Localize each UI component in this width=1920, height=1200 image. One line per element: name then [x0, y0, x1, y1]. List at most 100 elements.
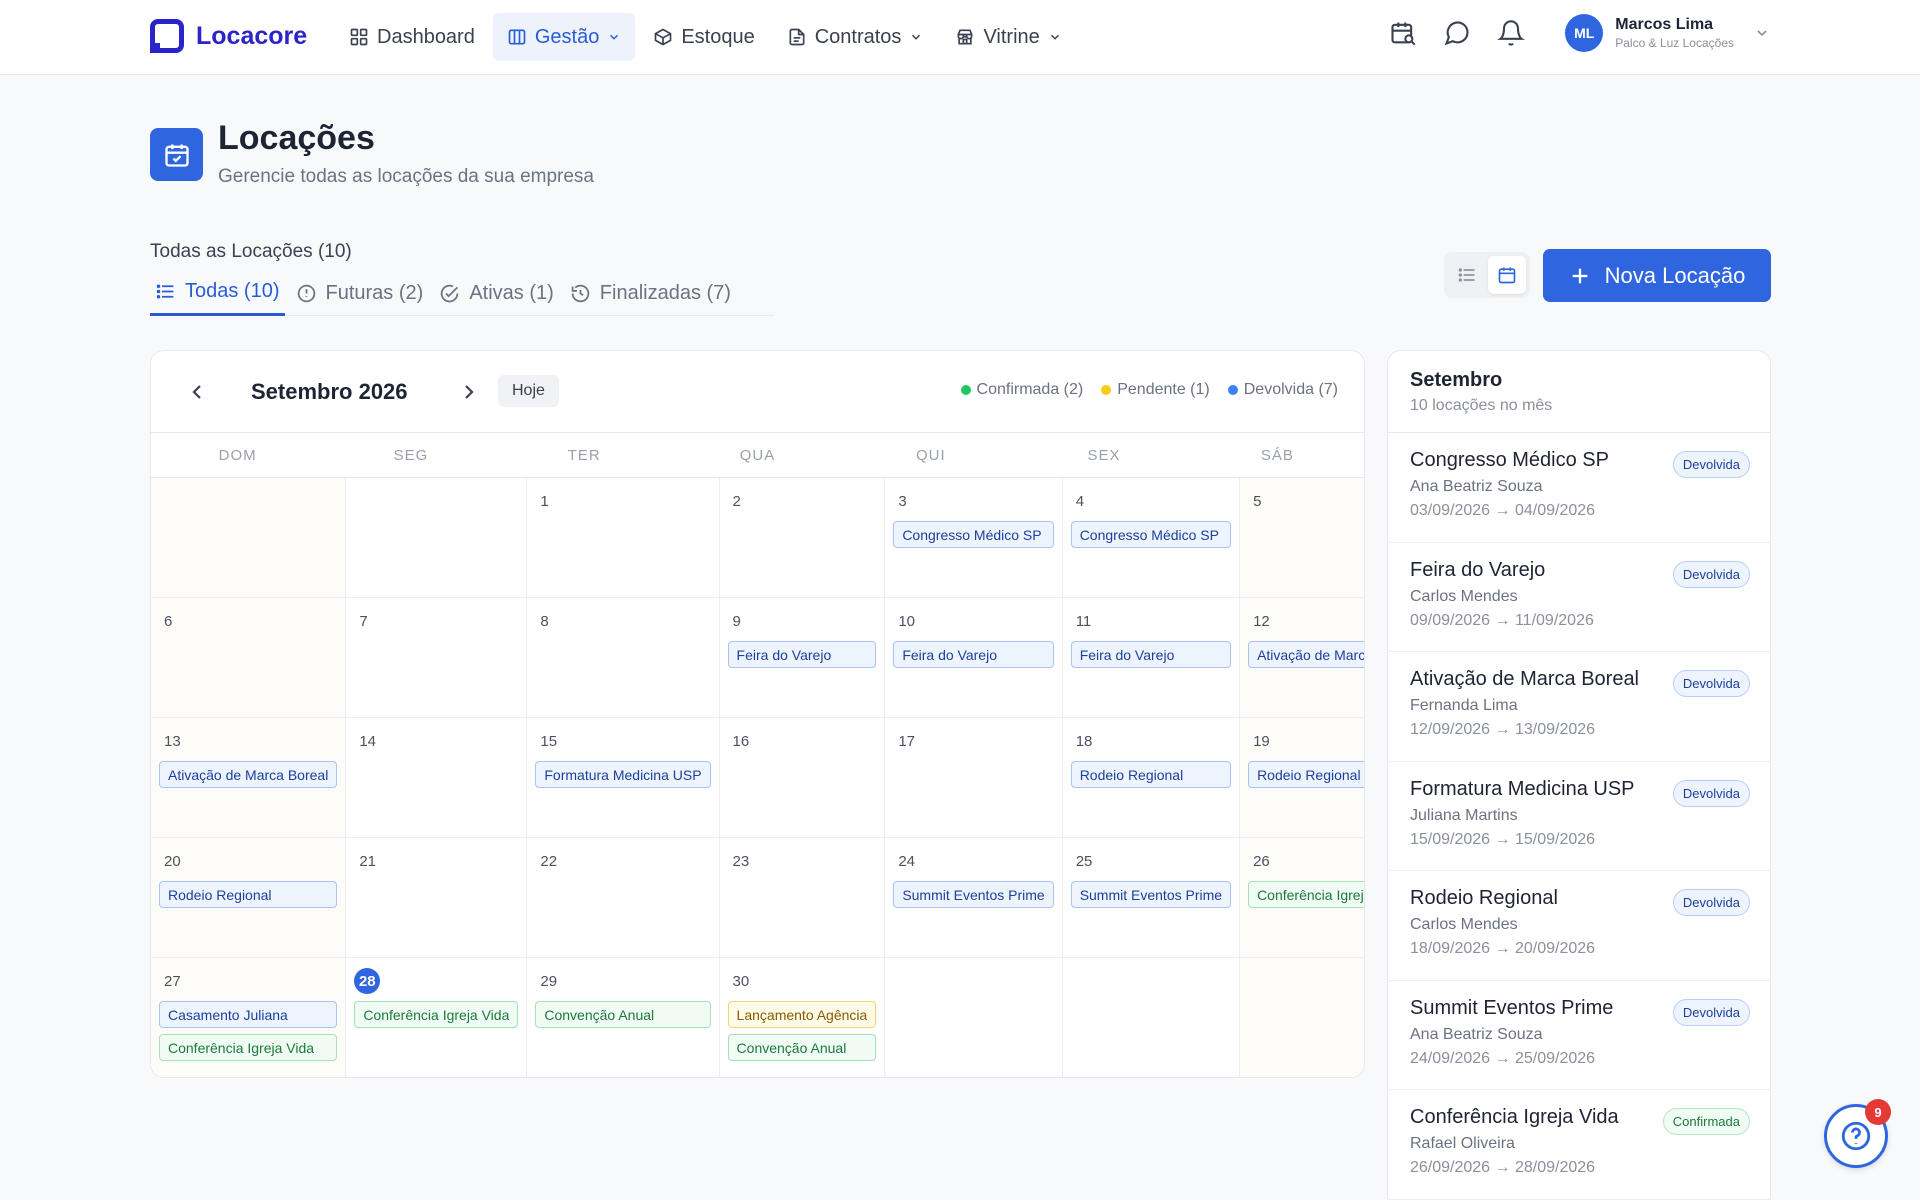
plus-icon [1572, 268, 1588, 283]
calendar-day-cell[interactable]: 7 [346, 598, 528, 718]
rental-list-item[interactable]: Congresso Médico SP Ana Beatriz Souza 03/0… [1388, 433, 1770, 543]
calendar-day-cell[interactable]: 9 Feira do Varejo [719, 598, 886, 718]
rental-title: Congresso Médico SP [1410, 449, 1609, 471]
rental-client: Fernanda Lima [1410, 697, 1518, 714]
calendar: Setembro 2026 Hoje Confirmada (2) Penden… [150, 350, 1365, 1078]
calendar-event[interactable]: Rodeio Regional [1070, 761, 1232, 788]
calendar-check-icon [150, 128, 203, 181]
calendar-day-cell[interactable]: 12 Ativação de Marca Boreal [1240, 598, 1364, 718]
calendar-day-cell[interactable]: 17 [885, 718, 1063, 838]
day-number: 30 [732, 972, 750, 990]
notification-badge: 9 [1865, 1099, 1891, 1125]
calendar-day-cell[interactable]: 15 Formatura Medicina USP [527, 718, 720, 838]
tab-todas[interactable]: Todas (10) [150, 270, 285, 316]
rental-list-item[interactable]: Formatura Medicina USP Juliana Martins 15/… [1388, 762, 1770, 871]
event-label: Conferência Igreja Vida [168, 1039, 315, 1056]
calendar-day-cell[interactable]: 6 [151, 598, 347, 718]
event-label: Rodeio Regional [1079, 766, 1184, 783]
calendar-event[interactable]: Summit Eventos Prime [1070, 881, 1232, 908]
calendar-day-cell[interactable]: 26 Conferência Igreja Vida [1240, 838, 1364, 958]
calendar-day-cell[interactable]: 27 Casamento Juliana Conferência Igreja Vi… [151, 958, 347, 1077]
calendar-day-cell[interactable]: 11 Feira do Varejo [1062, 598, 1241, 718]
calendar-day-cell[interactable]: 16 [719, 718, 886, 838]
new-rental-button[interactable]: Nova Locação [1543, 249, 1771, 302]
rental-list-item[interactable]: Summit Eventos Prime Ana Beatriz Souza 24/… [1388, 981, 1770, 1090]
calendar-event[interactable]: Ativação de Marca Boreal [1248, 641, 1364, 668]
calendar-event[interactable]: Ativação de Marca Boreal [159, 761, 338, 788]
calendar-event[interactable]: Casamento Juliana [159, 1001, 338, 1028]
calendar-day-cell[interactable]: 14 [346, 718, 528, 838]
calendar-event[interactable]: Conferência Igreja Vida [1248, 881, 1364, 908]
calendar-event[interactable]: Lançamento Agência [727, 1001, 877, 1028]
calendar-day-cell[interactable]: 5 [1240, 478, 1364, 598]
calendar-event[interactable]: Convenção Anual [535, 1001, 711, 1028]
calendar-cell-empty [1240, 958, 1364, 1077]
calendar-day-cell[interactable]: 2 [719, 478, 886, 598]
tab-ativas[interactable]: Ativas (1) [434, 270, 558, 316]
calendar-event[interactable]: Feira do Varejo [727, 641, 877, 668]
calendar-day-cell[interactable]: 1 [527, 478, 720, 598]
calendar-event[interactable]: Convenção Anual [727, 1034, 877, 1061]
list-icon [156, 284, 174, 299]
calendar-day-cell[interactable]: 28 Conferência Igreja Vida [346, 958, 528, 1077]
nav-item-label: Dashboard [377, 25, 475, 48]
tab-futuras[interactable]: Futuras (2) [291, 270, 429, 316]
calendar-day-cell[interactable]: 29 Convenção Anual [527, 958, 720, 1077]
calendar-day-cell[interactable]: 20 Rodeio Regional [151, 838, 347, 958]
rental-list-item[interactable]: Ativação de Marca Boreal Fernanda Lima 12/… [1388, 652, 1770, 762]
user-menu[interactable]: ML Marcos Lima Palco & Luz Locações [1565, 14, 1770, 52]
calendar-day-cell[interactable]: 24 Summit Eventos Prime [885, 838, 1063, 958]
calendar-day-cell[interactable]: 10 Feira do Varejo [885, 598, 1063, 718]
calendar-event[interactable]: Conferência Igreja Vida [159, 1034, 338, 1061]
calendar-event[interactable]: Conferência Igreja Vida [354, 1001, 519, 1028]
calendar-event[interactable]: Summit Eventos Prime [893, 881, 1054, 908]
calendar-day-cell[interactable]: 22 [527, 838, 720, 958]
chat-icon[interactable] [1443, 19, 1471, 47]
event-label: Rodeio Regional [168, 886, 272, 903]
calendar-day-cell[interactable]: 13 Ativação de Marca Boreal [151, 718, 347, 838]
bell-icon[interactable] [1497, 19, 1526, 47]
history-icon [571, 284, 590, 302]
list-view-button[interactable] [1448, 256, 1486, 294]
nav-item-estoque[interactable]: Estoque [639, 13, 768, 61]
calendar-day-cell[interactable]: 21 [346, 838, 528, 958]
brand-logo[interactable]: Locacore [150, 19, 307, 53]
calendar-day-cell[interactable]: 23 [719, 838, 886, 958]
calendar-day-cell[interactable]: 30 Lançamento Agência Convenção Anual [720, 958, 886, 1077]
calendar-day-cell[interactable]: 4 Congresso Médico SP [1062, 478, 1241, 598]
calendar-event[interactable]: Congresso Médico SP [893, 521, 1054, 548]
calendar-event[interactable]: Congresso Médico SP [1070, 521, 1232, 548]
calendar-event[interactable]: Rodeio Regional [159, 881, 338, 908]
calendar-search-icon[interactable] [1389, 19, 1417, 47]
calendar-day-cell[interactable]: 18 Rodeio Regional [1062, 718, 1241, 838]
rental-dates: 03/09/2026 → 04/09/2026 [1410, 502, 1596, 519]
calendar-day-cell[interactable]: 8 [527, 598, 720, 718]
box-icon [654, 28, 672, 46]
day-number: 23 [732, 852, 750, 870]
calendar-day-cell[interactable]: 3 Congresso Médico SP [885, 478, 1063, 598]
rental-list-item[interactable]: Feira do Varejo Carlos Mendes 09/09/2026 →… [1388, 543, 1770, 652]
calendar-day-cell[interactable]: 19 Rodeio Regional [1240, 718, 1364, 838]
nav-item-dashboard[interactable]: Dashboard [335, 13, 489, 61]
rental-list-item[interactable]: Conferência Igreja Vida Rafael Oliveira 26… [1388, 1090, 1770, 1200]
status-badge: Devolvida [1672, 670, 1750, 697]
today-button[interactable]: Hoje [498, 375, 559, 407]
chevron-right-icon[interactable] [457, 380, 481, 404]
rental-list-item[interactable]: Rodeio Regional Carlos Mendes 18/09/2026 →… [1388, 871, 1770, 981]
tab-finalizadas[interactable]: Finalizadas (7) [565, 270, 736, 316]
status-badge: Devolvida [1672, 889, 1750, 916]
calendar-icon [1498, 267, 1516, 284]
calendar-event[interactable]: Feira do Varejo [893, 641, 1054, 668]
calendar-event[interactable]: Feira do Varejo [1070, 641, 1232, 668]
day-number: 6 [164, 612, 173, 630]
event-label: Rodeio Regional [1257, 766, 1361, 783]
calendar-view-button[interactable] [1488, 256, 1526, 294]
chevron-left-icon[interactable] [185, 380, 209, 404]
nav-item-contratos[interactable]: Contratos [773, 13, 938, 61]
nav-item-gestao[interactable]: Gestão [492, 13, 636, 61]
calendar-event[interactable]: Formatura Medicina USP [535, 761, 711, 788]
rental-title: Summit Eventos Prime [1410, 996, 1614, 1019]
calendar-day-cell[interactable]: 25 Summit Eventos Prime [1062, 838, 1241, 958]
calendar-event[interactable]: Rodeio Regional [1248, 761, 1364, 788]
nav-item-vitrine[interactable]: Vitrine [941, 13, 1075, 61]
